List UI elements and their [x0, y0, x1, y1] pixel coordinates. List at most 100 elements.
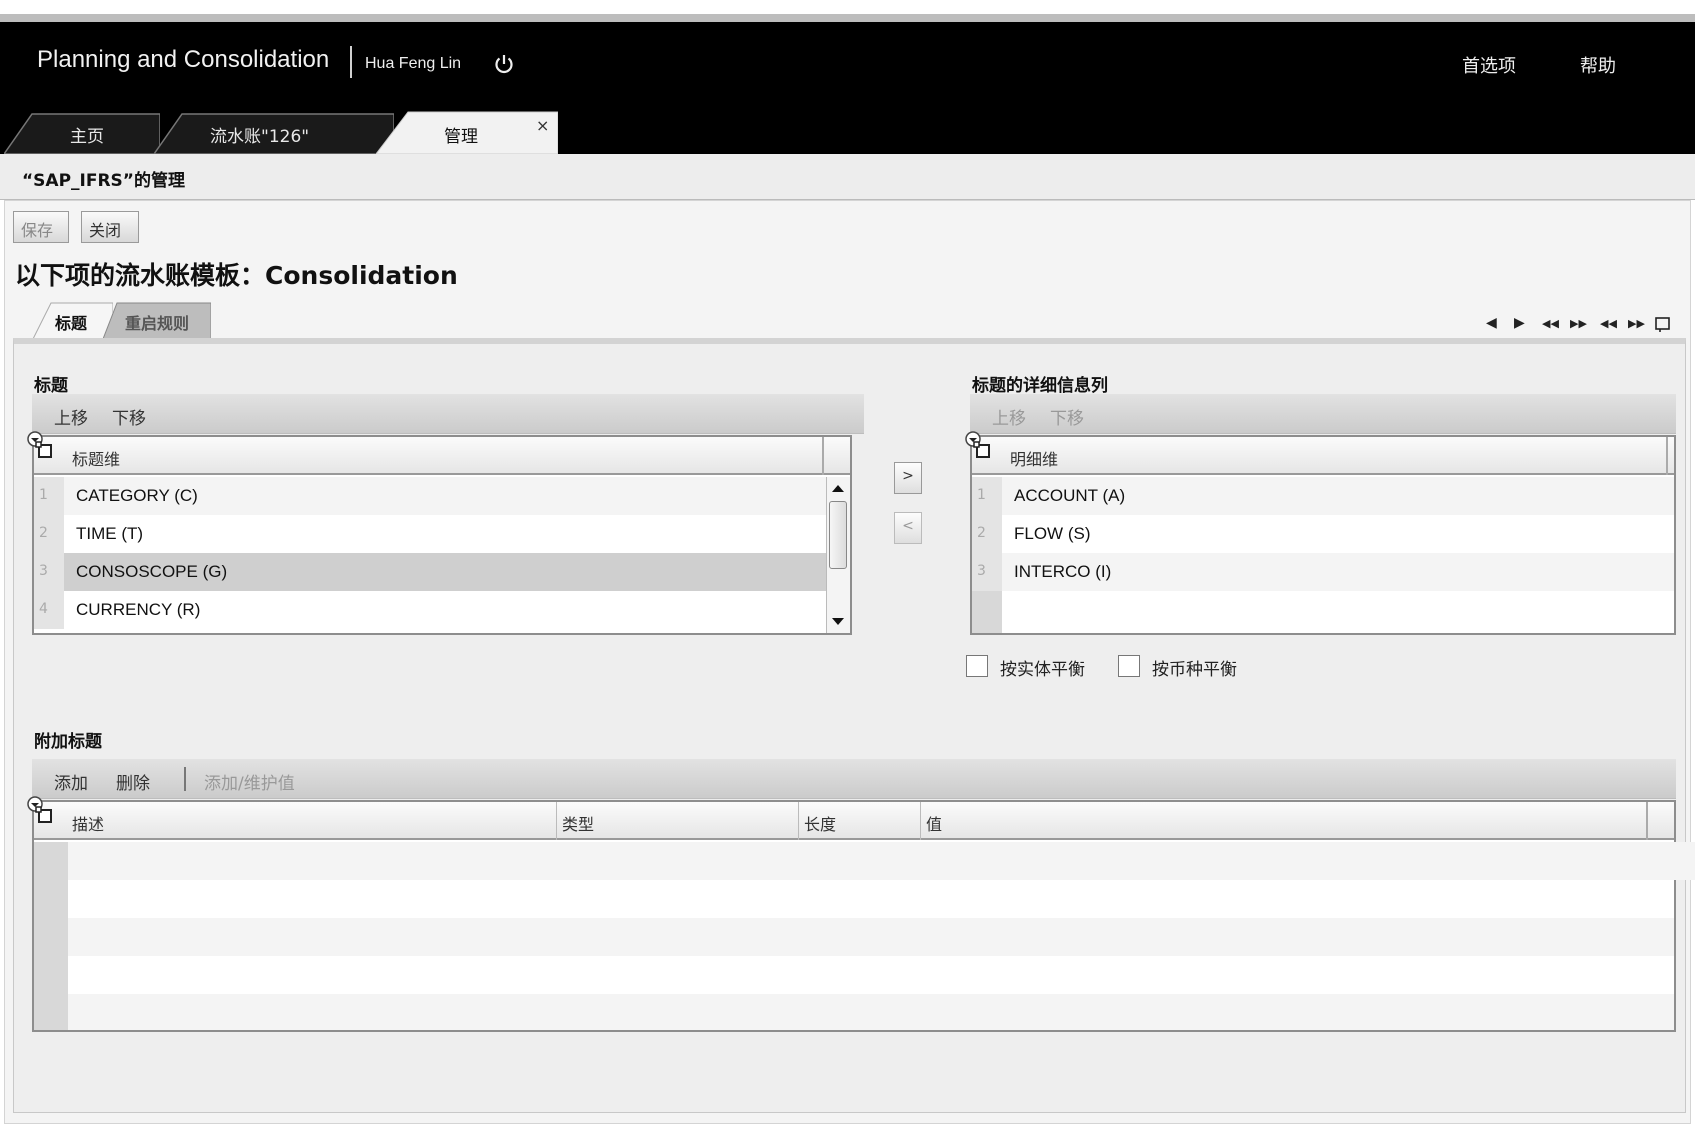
header-dimensions-grid: 标题维 1 CATEGORY (C) 2 TIME (T) 3 CONSOSCO…	[32, 435, 852, 635]
column-header-value: 值	[926, 815, 943, 834]
row-number: 4	[34, 591, 64, 629]
view-title-bar: “SAP_IFRS”的管理	[0, 154, 1695, 200]
table-row[interactable]: 4 CURRENCY (R)	[34, 591, 826, 629]
add-button[interactable]: 添加	[54, 769, 88, 794]
subtab-header[interactable]: 标题	[33, 301, 113, 339]
top-margin	[0, 0, 1695, 14]
subtab-header-label: 标题	[55, 314, 88, 333]
content-area: 保存 关闭 以下项的流水账模板：Consolidation 标题 重启规则 ◀ …	[4, 200, 1695, 1124]
help-link[interactable]: 帮助	[1580, 52, 1616, 78]
close-button[interactable]: 关闭	[81, 211, 139, 243]
last-tab-icon[interactable]: ▶▶	[1570, 317, 1587, 330]
header-toolbar: 上移 下移	[32, 394, 864, 434]
balance-by-currency-checkbox[interactable]	[1118, 655, 1140, 677]
column-header-length: 长度	[804, 815, 837, 834]
column-divider	[1666, 437, 1668, 475]
header-section-title: 标题	[34, 376, 68, 396]
tab-home-label: 主页	[70, 127, 104, 147]
balance-by-entity-checkbox[interactable]	[966, 655, 988, 677]
scroll-up-icon[interactable]	[831, 483, 845, 493]
detail-section-title: 标题的详细信息列	[972, 376, 1108, 396]
first-tab-icon[interactable]: ◀◀	[1542, 317, 1559, 330]
table-row[interactable]: 3 INTERCO (I)	[972, 553, 1674, 591]
add-maintain-value-button[interactable]: 添加/维护值	[204, 769, 295, 794]
table-row[interactable]: 2 FLOW (S)	[972, 515, 1674, 553]
detail-move-down-button[interactable]: 下移	[1050, 404, 1084, 429]
row-value: FLOW (S)	[1014, 524, 1091, 543]
preferences-link[interactable]: 首选项	[1462, 52, 1516, 78]
detail-move-up-button[interactable]: 上移	[992, 404, 1026, 429]
scroll-down-icon[interactable]	[831, 617, 845, 627]
move-left-button[interactable]: <	[894, 512, 922, 544]
row-value: CONSOSCOPE (G)	[76, 562, 228, 581]
column-divider	[798, 802, 799, 840]
tab-admin-label: 管理	[444, 127, 478, 147]
save-button[interactable]: 保存	[13, 211, 69, 243]
column-divider	[1646, 802, 1648, 840]
tab-list-icon[interactable]	[1654, 315, 1672, 333]
row-value: INTERCO (I)	[1014, 562, 1112, 581]
grid-settings-icon[interactable]	[26, 430, 58, 462]
row-value: ACCOUNT (A)	[1014, 486, 1126, 505]
scroll-thumb[interactable]	[829, 501, 847, 569]
additional-headers-grid: 描述 类型 长度 值	[32, 800, 1695, 1032]
header-move-up-button[interactable]: 上移	[54, 404, 88, 429]
next-tab-icon[interactable]: ▶	[1514, 315, 1525, 331]
page-title: 以下项的流水账模板：Consolidation	[15, 261, 458, 290]
row-number: 1	[34, 477, 64, 515]
grid-header: 明细维	[972, 437, 1674, 475]
move-right-button[interactable]: >	[894, 462, 922, 494]
tab-journal-label: 流水账"126"	[210, 127, 310, 147]
prev-tab-icon[interactable]: ◀	[1486, 315, 1497, 331]
view-title: “SAP_IFRS”的管理	[22, 171, 185, 191]
empty-row[interactable]	[68, 842, 1695, 880]
tab-admin[interactable]: 管理 ×	[376, 110, 558, 154]
last-page-icon[interactable]: ▶▶	[1628, 317, 1645, 330]
tab-close-icon[interactable]: ×	[536, 116, 549, 135]
empty-row[interactable]	[68, 918, 1674, 956]
app-header: Planning and Consolidation Hua Feng Lin …	[0, 22, 1695, 154]
balance-by-currency-label: 按币种平衡	[1152, 660, 1237, 680]
column-divider	[822, 437, 824, 475]
row-value: CATEGORY (C)	[76, 486, 198, 505]
column-divider	[920, 802, 921, 840]
column-header: 标题维	[72, 450, 121, 469]
detail-dimensions-grid: 明细维 1 ACCOUNT (A) 2 FLOW (S) 3 INTERCO (…	[970, 435, 1676, 635]
table-row[interactable]: 3 CONSOSCOPE (G)	[34, 553, 826, 591]
subtab-reset-rules[interactable]: 重启规则	[103, 301, 211, 339]
delete-button[interactable]: 删除	[116, 769, 150, 794]
row-number: 3	[972, 553, 1002, 591]
table-row[interactable]: 2 TIME (T)	[34, 515, 826, 553]
row-value: TIME (T)	[76, 524, 144, 543]
empty-row[interactable]	[68, 994, 1674, 1030]
table-row[interactable]: 1 ACCOUNT (A)	[972, 477, 1674, 515]
row-number-column	[34, 842, 68, 1030]
detail-toolbar: 上移 下移	[970, 394, 1676, 434]
header-grid-scrollbar[interactable]	[826, 477, 850, 633]
row-number: 2	[972, 515, 1002, 553]
grid-settings-icon[interactable]	[964, 430, 996, 462]
top-border	[0, 14, 1695, 22]
subtab-reset-label: 重启规则	[125, 314, 190, 333]
additional-section-title: 附加标题	[34, 732, 102, 752]
logoff-power-icon[interactable]	[492, 52, 516, 76]
column-header: 明细维	[1010, 450, 1059, 469]
column-divider	[556, 802, 557, 840]
toolbar-separator	[184, 767, 186, 791]
column-header-description: 描述	[72, 815, 105, 834]
tab-home[interactable]: 主页	[4, 110, 160, 154]
header-separator	[350, 46, 352, 78]
pager: ◀ ▶ ◀◀ ▶▶ ◀◀ ▶▶	[1486, 315, 1676, 335]
row-number: 3	[34, 553, 64, 591]
table-row[interactable]: 1 CATEGORY (C)	[34, 477, 826, 515]
header-move-down-button[interactable]: 下移	[112, 404, 146, 429]
column-header-type: 类型	[562, 815, 595, 834]
grid-settings-icon[interactable]	[26, 795, 58, 827]
header-settings-panel: 标题 上移 下移 标题维 1 CATEGORY (C) 2 TIME (T) 3…	[13, 338, 1695, 1113]
empty-row[interactable]	[68, 956, 1674, 994]
user-name: Hua Feng Lin	[365, 55, 462, 72]
first-page-icon[interactable]: ◀◀	[1600, 317, 1617, 330]
tab-journal-126[interactable]: 流水账"126"	[154, 110, 394, 154]
empty-row[interactable]	[68, 880, 1674, 918]
grid-header: 标题维	[34, 437, 850, 475]
